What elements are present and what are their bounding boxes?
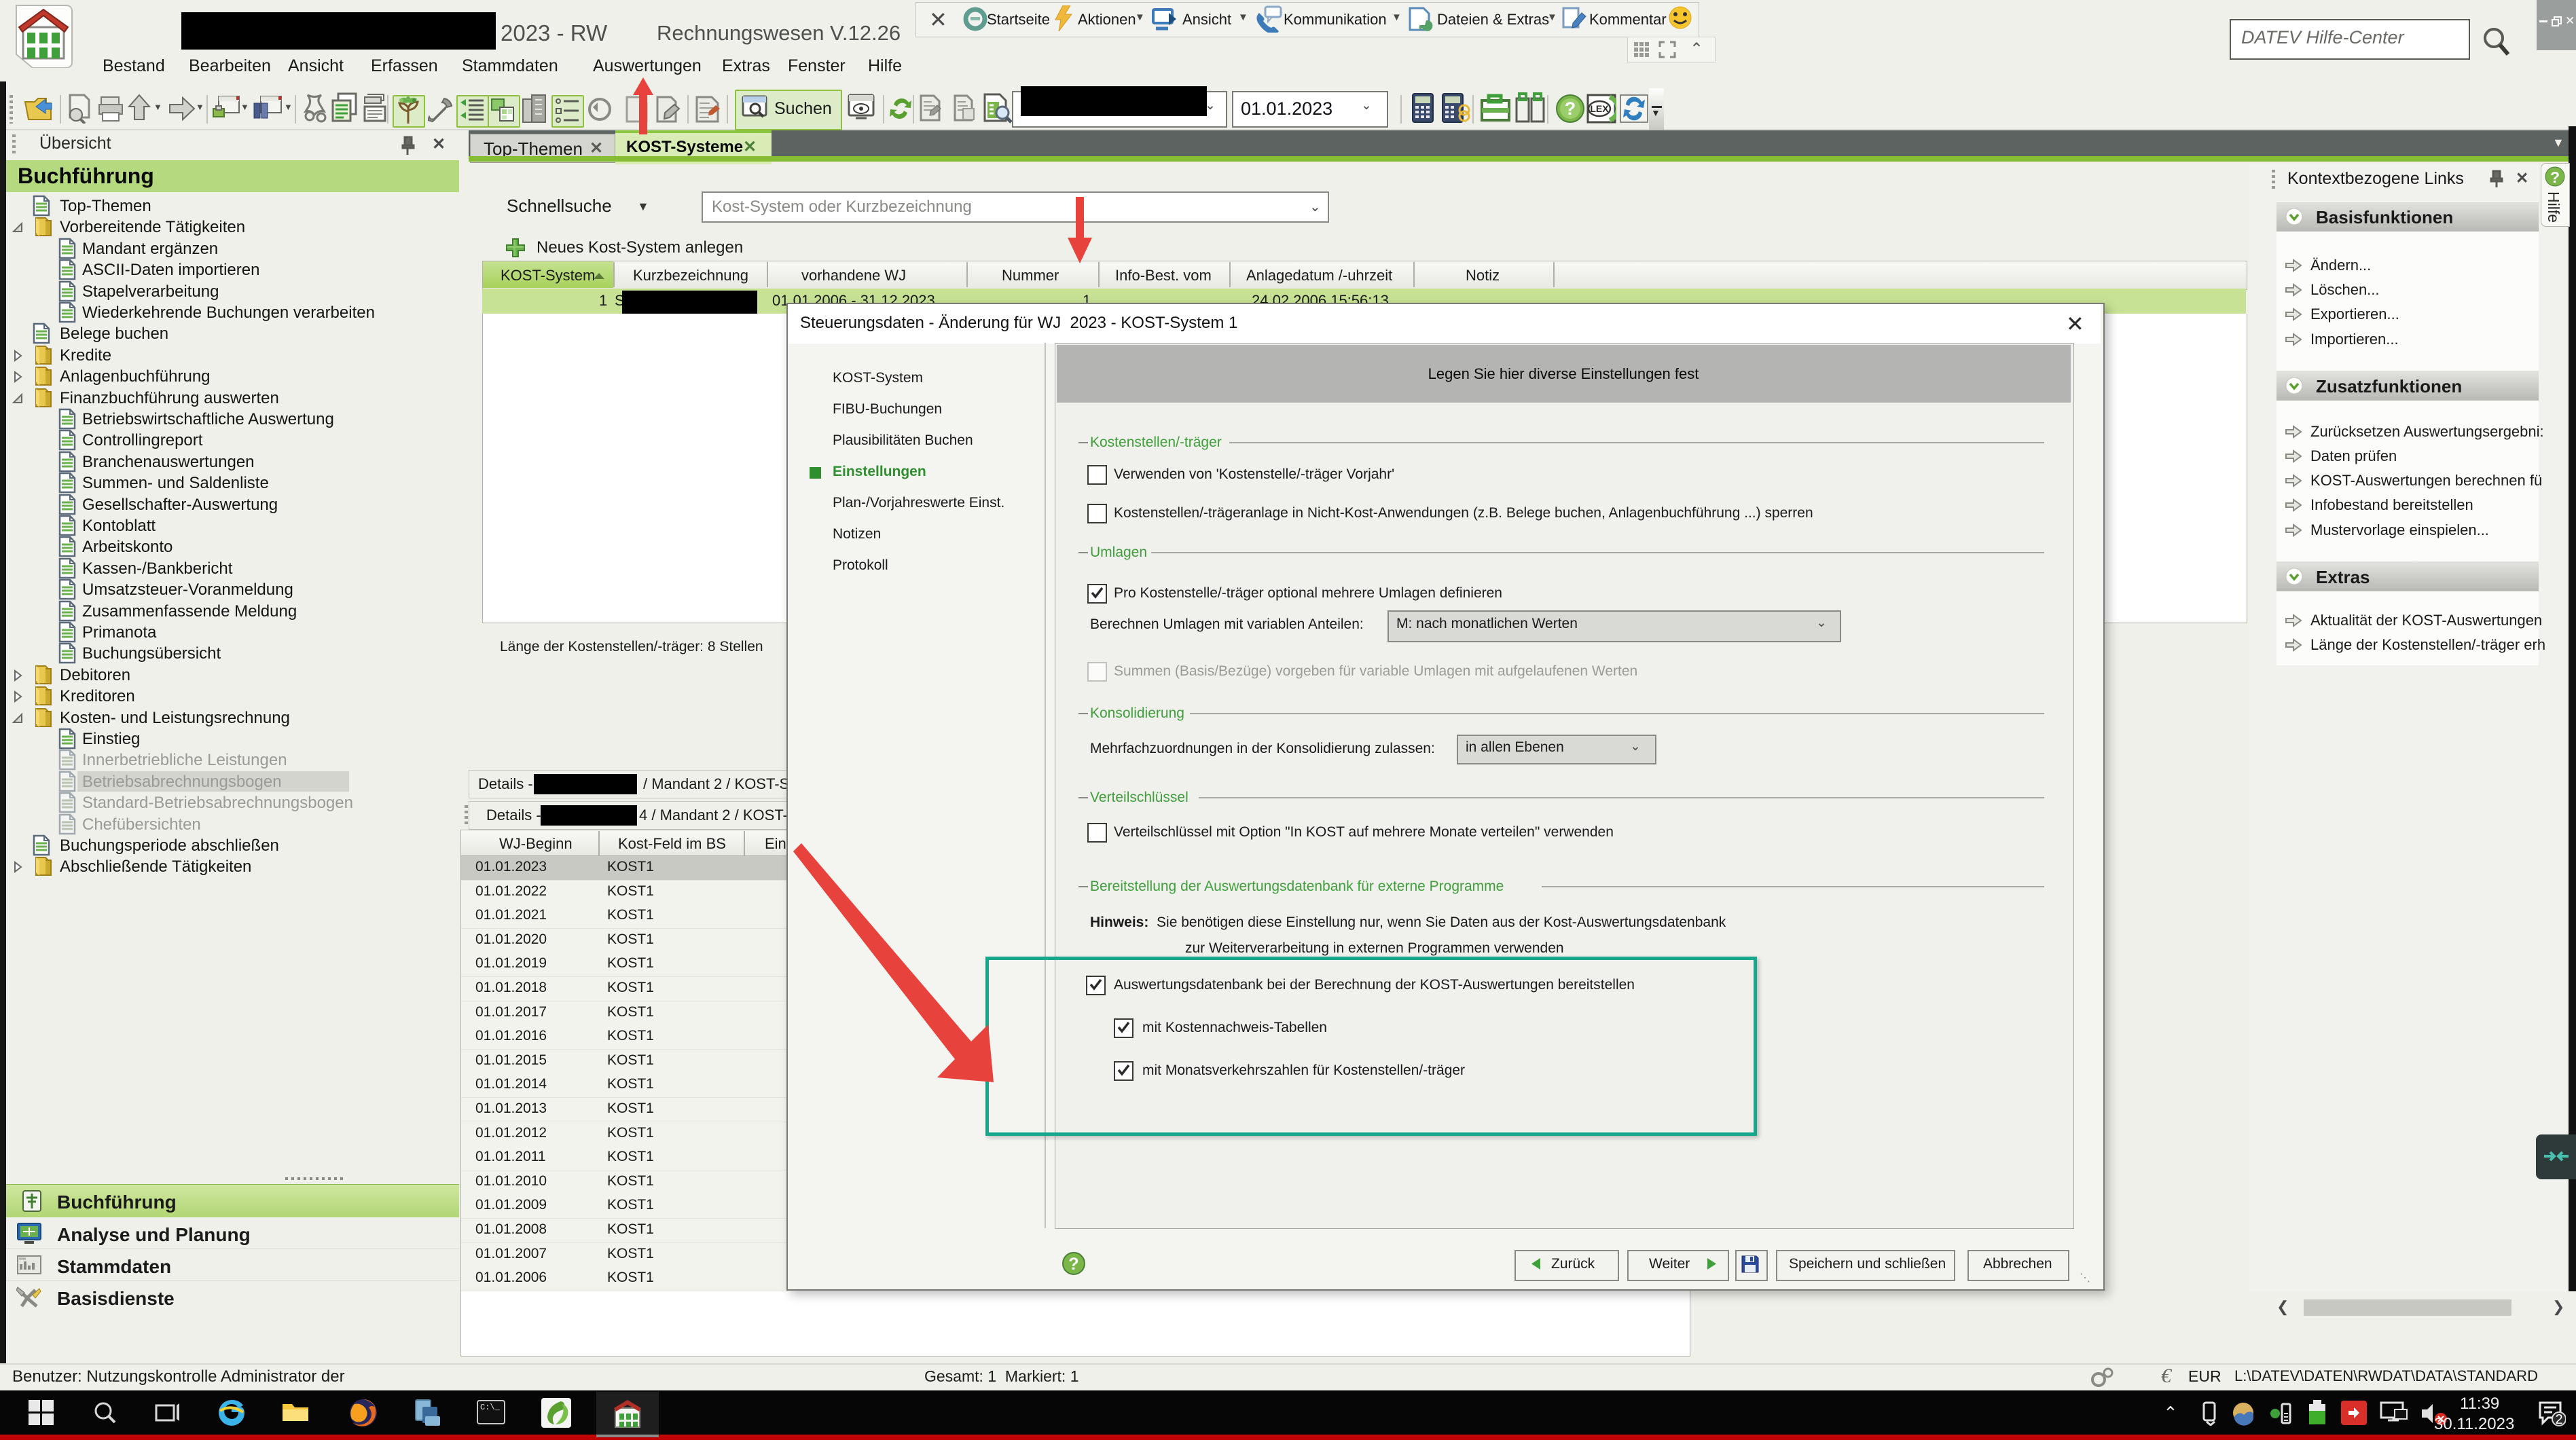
svg-text:?: ? — [1068, 1255, 1078, 1274]
svg-text:LEX: LEX — [1590, 103, 1609, 114]
svg-text:?: ? — [1565, 98, 1576, 119]
svg-text:C:\_: C:\_ — [480, 1403, 501, 1412]
svg-text:€: € — [2161, 1365, 2173, 1386]
svg-text:2: 2 — [2555, 1412, 2562, 1427]
svg-text:?: ? — [2550, 168, 2560, 186]
